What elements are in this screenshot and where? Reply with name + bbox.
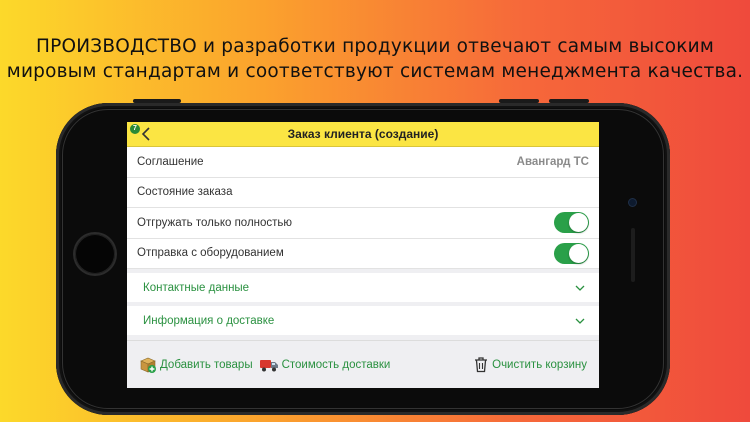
add-goods-label: Добавить товары (160, 358, 253, 371)
order-status-label: Состояние заказа (137, 186, 233, 199)
agreement-row[interactable]: Соглашение Авангард ТС (127, 147, 599, 178)
home-button (75, 234, 115, 274)
delivery-info-section[interactable]: Информация о доставке (127, 306, 599, 335)
truck-icon (259, 359, 278, 371)
order-status-row[interactable]: Состояние заказа (127, 177, 599, 208)
speaker (631, 228, 635, 282)
contact-data-label: Контактные данные (143, 281, 250, 294)
page-title: Заказ клиента (создание) (287, 127, 439, 141)
promo-line-1: ПРОИЗВОДСТВО и разработки продукции отве… (36, 36, 714, 57)
nav-bar: 7 Заказ клиента (создание) (127, 122, 599, 147)
chevron-down-icon (575, 318, 585, 324)
clear-cart-button[interactable]: Очистить корзину (473, 356, 587, 373)
ship-equipment-toggle[interactable] (554, 242, 589, 264)
add-goods-button[interactable]: Добавить товары (139, 356, 253, 374)
camera (629, 199, 636, 206)
agreement-value: Авангард ТС (516, 155, 589, 168)
clear-cart-label: Очистить корзину (492, 358, 587, 371)
back-chevron-icon[interactable] (140, 126, 154, 142)
contact-data-section[interactable]: Контактные данные (127, 273, 599, 302)
delivery-cost-label: Стоимость доставки (281, 358, 391, 371)
app-screen: 7 Заказ клиента (создание) Соглашение Ав… (127, 122, 599, 388)
promo-text: ПРОИЗВОДСТВО и разработки продукции отве… (0, 34, 750, 84)
ship-equipment-row: Отправка с оборудованием (127, 238, 599, 269)
notification-badge: 7 (130, 124, 140, 134)
trash-icon (475, 357, 488, 373)
ship-full-toggle[interactable] (554, 212, 589, 234)
ship-full-label: Отгружать только полностью (137, 216, 293, 229)
ship-equipment-label: Отправка с оборудованием (137, 247, 284, 260)
delivery-cost-button[interactable]: Стоимость доставки (259, 357, 391, 373)
delivery-info-label: Информация о доставке (143, 314, 275, 327)
ship-full-row: Отгружать только полностью (127, 208, 599, 239)
agreement-label: Соглашение (137, 155, 204, 168)
chevron-down-icon (575, 285, 585, 291)
promo-line-2: мировым стандартам и соответствуют систе… (6, 61, 744, 82)
bottom-toolbar: Добавить товары Стоимость доставки Очист… (127, 340, 599, 388)
box-add-icon (140, 357, 156, 373)
